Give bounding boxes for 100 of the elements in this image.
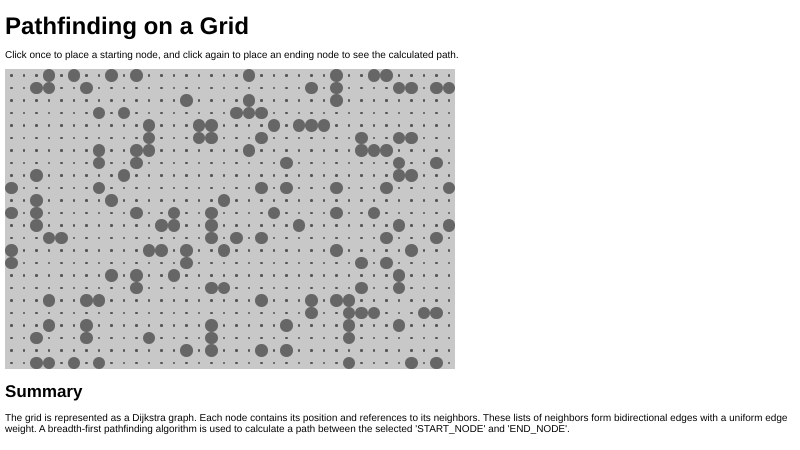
wall-node[interactable] xyxy=(318,119,330,132)
wall-node[interactable] xyxy=(255,132,268,144)
wall-node[interactable] xyxy=(130,144,142,156)
wall-node[interactable] xyxy=(30,82,42,94)
wall-node[interactable] xyxy=(330,294,342,306)
wall-node[interactable] xyxy=(68,356,80,369)
wall-node[interactable] xyxy=(368,206,380,219)
wall-node[interactable] xyxy=(180,344,192,356)
wall-node[interactable] xyxy=(30,169,42,182)
wall-node[interactable] xyxy=(192,132,205,144)
wall-node[interactable] xyxy=(255,182,268,194)
wall-node[interactable] xyxy=(5,244,18,256)
wall-node[interactable] xyxy=(180,94,192,106)
wall-node[interactable] xyxy=(218,244,230,256)
wall-node[interactable] xyxy=(105,69,118,82)
wall-node[interactable] xyxy=(80,332,92,344)
wall-node[interactable] xyxy=(355,144,368,156)
wall-node[interactable] xyxy=(155,219,168,232)
wall-node[interactable] xyxy=(230,232,242,244)
wall-node[interactable] xyxy=(392,219,405,232)
wall-node[interactable] xyxy=(242,69,255,82)
wall-node[interactable] xyxy=(142,132,155,144)
wall-node[interactable] xyxy=(205,282,218,294)
wall-node[interactable] xyxy=(142,244,155,256)
wall-node[interactable] xyxy=(342,294,355,306)
wall-node[interactable] xyxy=(355,256,368,269)
wall-node[interactable] xyxy=(380,182,392,194)
wall-node[interactable] xyxy=(30,219,42,232)
wall-node[interactable] xyxy=(205,332,218,344)
wall-node[interactable] xyxy=(392,132,405,144)
wall-node[interactable] xyxy=(280,182,292,194)
wall-node[interactable] xyxy=(168,269,180,282)
wall-node[interactable] xyxy=(242,106,255,119)
wall-node[interactable] xyxy=(105,194,118,206)
wall-node[interactable] xyxy=(305,306,318,319)
wall-node[interactable] xyxy=(368,306,380,319)
wall-node[interactable] xyxy=(42,319,55,332)
wall-node[interactable] xyxy=(392,82,405,94)
wall-node[interactable] xyxy=(242,144,255,156)
wall-node[interactable] xyxy=(205,232,218,244)
wall-node[interactable] xyxy=(142,144,155,156)
wall-node[interactable] xyxy=(80,82,92,94)
wall-node[interactable] xyxy=(130,69,142,82)
wall-node[interactable] xyxy=(168,206,180,219)
wall-node[interactable] xyxy=(442,182,455,194)
wall-node[interactable] xyxy=(380,144,392,156)
wall-node[interactable] xyxy=(80,294,92,306)
wall-node[interactable] xyxy=(118,106,130,119)
wall-node[interactable] xyxy=(42,69,55,82)
wall-node[interactable] xyxy=(342,332,355,344)
wall-node[interactable] xyxy=(330,82,342,94)
wall-node[interactable] xyxy=(255,232,268,244)
wall-node[interactable] xyxy=(305,294,318,306)
wall-node[interactable] xyxy=(55,232,68,244)
wall-node[interactable] xyxy=(368,69,380,82)
wall-node[interactable] xyxy=(92,106,105,119)
wall-node[interactable] xyxy=(268,206,280,219)
wall-node[interactable] xyxy=(380,69,392,82)
wall-node[interactable] xyxy=(405,244,418,256)
wall-node[interactable] xyxy=(92,356,105,369)
wall-node[interactable] xyxy=(180,244,192,256)
wall-node[interactable] xyxy=(218,282,230,294)
wall-node[interactable] xyxy=(42,232,55,244)
wall-node[interactable] xyxy=(368,144,380,156)
wall-node[interactable] xyxy=(255,106,268,119)
wall-node[interactable] xyxy=(30,332,42,344)
wall-node[interactable] xyxy=(330,182,342,194)
wall-node[interactable] xyxy=(30,206,42,219)
wall-node[interactable] xyxy=(330,94,342,106)
wall-node[interactable] xyxy=(392,169,405,182)
wall-node[interactable] xyxy=(280,156,292,169)
wall-node[interactable] xyxy=(392,319,405,332)
wall-node[interactable] xyxy=(255,344,268,356)
wall-node[interactable] xyxy=(418,306,430,319)
wall-node[interactable] xyxy=(405,169,418,182)
wall-node[interactable] xyxy=(355,132,368,144)
wall-node[interactable] xyxy=(42,294,55,306)
wall-node[interactable] xyxy=(92,144,105,156)
wall-node[interactable] xyxy=(292,219,305,232)
wall-node[interactable] xyxy=(30,356,42,369)
wall-node[interactable] xyxy=(68,69,80,82)
wall-node[interactable] xyxy=(142,119,155,132)
wall-node[interactable] xyxy=(430,156,442,169)
wall-node[interactable] xyxy=(205,119,218,132)
wall-node[interactable] xyxy=(230,106,242,119)
wall-node[interactable] xyxy=(5,256,18,269)
wall-node[interactable] xyxy=(5,206,18,219)
wall-node[interactable] xyxy=(130,156,142,169)
wall-node[interactable] xyxy=(280,319,292,332)
wall-node[interactable] xyxy=(130,282,142,294)
wall-node[interactable] xyxy=(342,319,355,332)
wall-node[interactable] xyxy=(130,269,142,282)
wall-node[interactable] xyxy=(442,219,455,232)
wall-node[interactable] xyxy=(330,206,342,219)
wall-node[interactable] xyxy=(430,356,442,369)
wall-node[interactable] xyxy=(405,132,418,144)
wall-node[interactable] xyxy=(442,82,455,94)
wall-node[interactable] xyxy=(255,294,268,306)
wall-node[interactable] xyxy=(430,82,442,94)
wall-node[interactable] xyxy=(355,306,368,319)
